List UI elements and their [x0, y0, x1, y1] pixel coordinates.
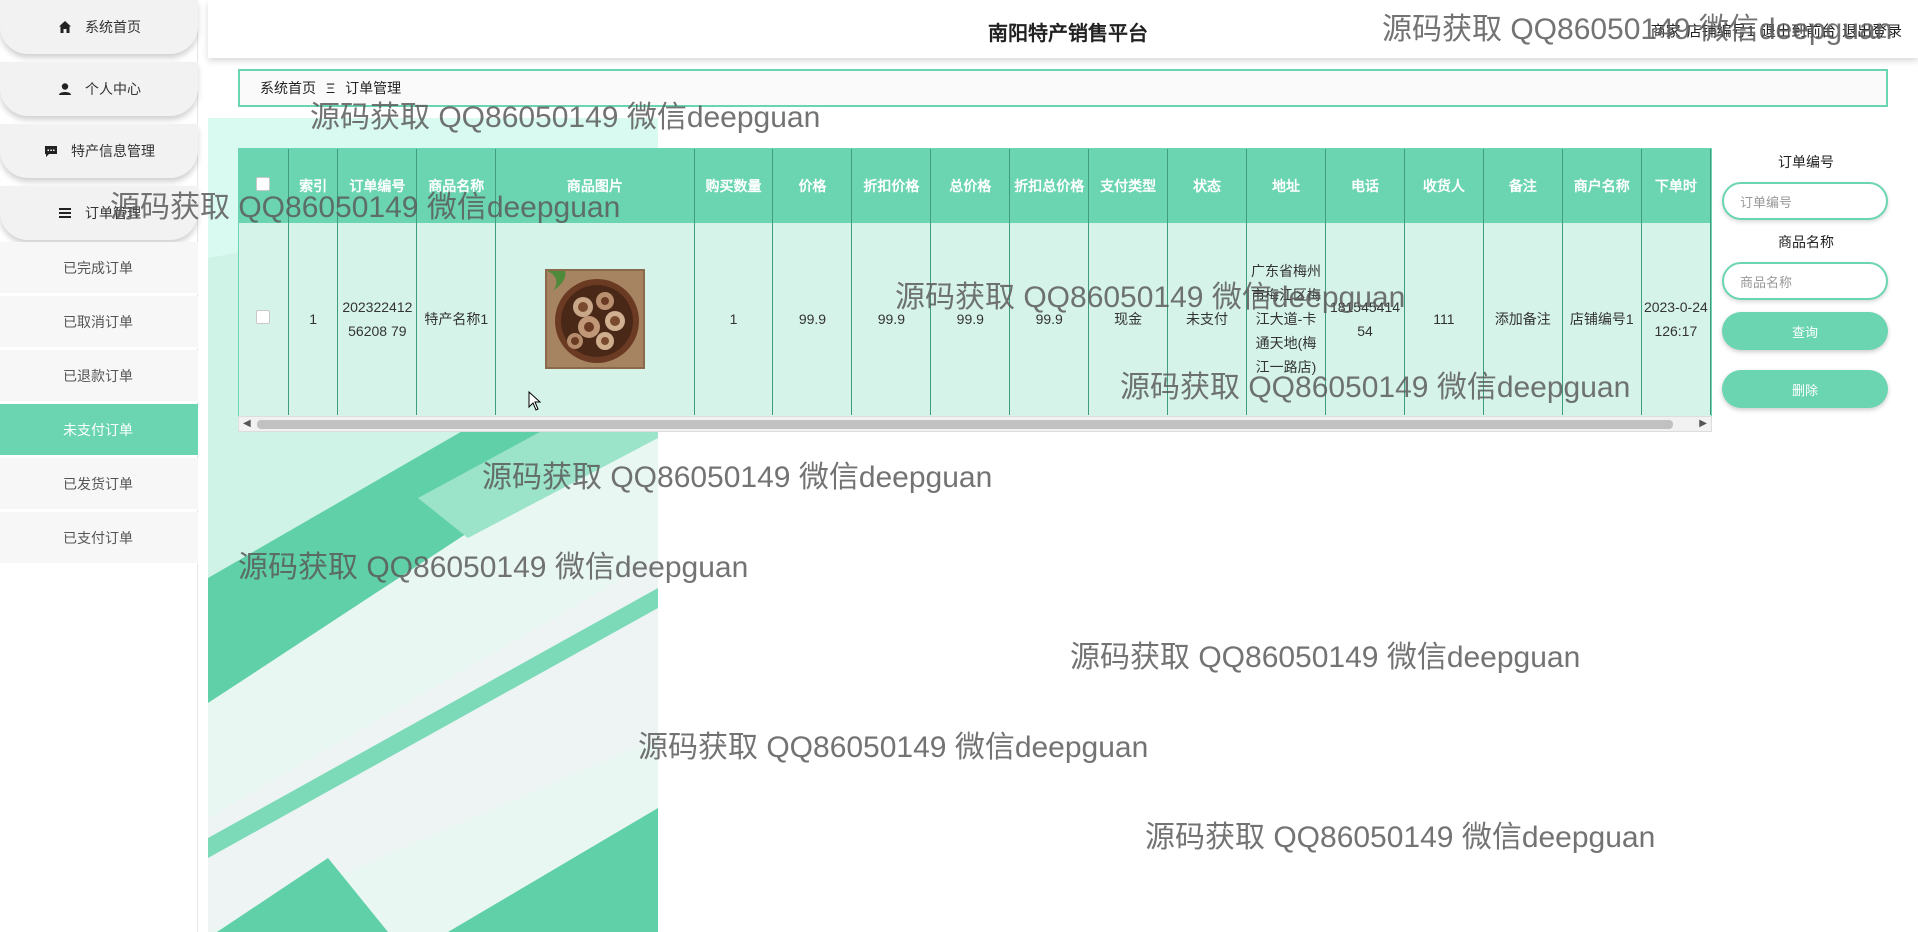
- sidebar: 系统首页 个人中心 特产信息管理 订单管理 已完成订单 已取消订单 已退款订单 …: [0, 0, 198, 932]
- sub-item-unpaid[interactable]: 未支付订单: [0, 404, 198, 456]
- scrollbar-thumb[interactable]: [257, 420, 1673, 429]
- chat-icon: [43, 143, 59, 159]
- order-table-container: 索引 订单编号 商品名称 商品图片 购买数量 价格 折扣价格 总价格 折扣总价格…: [238, 148, 1712, 432]
- column-header: 索引: [288, 149, 339, 223]
- watermark: 源码获取 QQ86050149 微信deepguan: [1145, 821, 1656, 854]
- column-header: 商品名称: [416, 149, 497, 223]
- menu-item-specialty[interactable]: 特产信息管理: [0, 124, 198, 178]
- sub-item-shipped[interactable]: 已发货订单: [0, 458, 198, 510]
- home-icon: [57, 19, 73, 35]
- column-header: 支付类型: [1088, 149, 1169, 223]
- table-header-row: 索引 订单编号 商品名称 商品图片 购买数量 价格 折扣价格 总价格 折扣总价格…: [239, 149, 1711, 223]
- cell-phone: 18154541454: [1325, 223, 1405, 415]
- row-checkbox[interactable]: [256, 310, 271, 324]
- sub-item-paid[interactable]: 已支付订单: [0, 512, 198, 564]
- cell-total-price: 99.9: [930, 223, 1011, 415]
- cell-remark[interactable]: 添加备注: [1483, 223, 1563, 415]
- scroll-right-arrow-icon[interactable]: ▶: [1699, 418, 1707, 429]
- menu-item-orders[interactable]: 订单管理: [0, 186, 198, 240]
- breadcrumb-separator: Ξ: [326, 80, 336, 96]
- column-header: 商品图片: [495, 149, 695, 223]
- cell-status: 未支付: [1167, 223, 1248, 415]
- search-panel: 订单编号 订单编号 商品名称 商品名称 查询 删除: [1722, 152, 1890, 428]
- column-header: 电话: [1325, 149, 1405, 223]
- menu-item-label: 个人中心: [85, 81, 141, 97]
- cell-product-image: [495, 223, 695, 415]
- cell-receiver: 111: [1404, 223, 1484, 415]
- column-header: 地址: [1246, 149, 1327, 223]
- site-title: 南阳特产销售平台: [988, 23, 1148, 45]
- column-header: 价格: [772, 149, 853, 223]
- cell-product-name: 特产名称1: [416, 223, 497, 415]
- product-name-input[interactable]: 商品名称: [1722, 262, 1888, 300]
- sub-item-completed[interactable]: 已完成订单: [0, 242, 198, 294]
- column-header: 下单时: [1641, 149, 1711, 223]
- cell-index: 1: [288, 223, 339, 415]
- sub-item-cancelled[interactable]: 已取消订单: [0, 296, 198, 348]
- exit-to-frontend-link[interactable]: 退出到前台: [1761, 20, 1836, 41]
- scroll-left-arrow-icon[interactable]: ◀: [243, 418, 251, 429]
- cell-order-no: 20232241256208 79: [337, 223, 418, 415]
- menu-item-label: 特产信息管理: [71, 143, 155, 159]
- cell-pay-type: 现金: [1088, 223, 1169, 415]
- delete-button[interactable]: 删除: [1722, 370, 1888, 408]
- order-no-label: 订单编号: [1778, 154, 1834, 170]
- table-row: 1 20232241256208 79 特产名称1 1 99.9 99.9 99…: [239, 223, 1711, 415]
- query-button[interactable]: 查询: [1722, 312, 1888, 350]
- column-header: 商户名称: [1562, 149, 1642, 223]
- mouse-cursor-icon: [528, 391, 542, 411]
- column-header: 订单编号: [337, 149, 418, 223]
- watermark: 源码获取 QQ86050149 微信deepguan: [638, 731, 1149, 764]
- column-header: 收货人: [1404, 149, 1484, 223]
- cell-price: 99.9: [772, 223, 853, 415]
- order-no-input[interactable]: 订单编号: [1722, 182, 1888, 220]
- logout-link[interactable]: 退出登录: [1842, 20, 1902, 41]
- select-all-header[interactable]: [239, 149, 289, 223]
- top-bar: 南阳特产销售平台 商家 店铺编号1 退出到前台 退出登录: [208, 0, 1918, 58]
- cell-discount-price: 99.9: [851, 223, 932, 415]
- cell-discount-total: 99.9: [1009, 223, 1090, 415]
- user-icon: [57, 81, 73, 97]
- cell-order-time: 2023-0-24 126:17: [1641, 223, 1711, 415]
- column-header: 总价格: [930, 149, 1011, 223]
- watermark: 源码获取 QQ86050149 微信deepguan: [1070, 641, 1581, 674]
- product-name-label: 商品名称: [1778, 234, 1834, 250]
- cell-address: 广东省梅州市梅江区梅江大道-卡通天地(梅江一路店): [1246, 223, 1327, 415]
- column-header: 状态: [1167, 149, 1248, 223]
- role-label: 商家: [1650, 23, 1681, 40]
- store-id-label: 店铺编号1: [1686, 23, 1755, 40]
- product-image: [544, 269, 645, 369]
- sub-item-refunded[interactable]: 已退款订单: [0, 350, 198, 402]
- breadcrumb-current: 订单管理: [345, 80, 402, 96]
- breadcrumb: 系统首页 Ξ 订单管理: [238, 69, 1888, 107]
- menu-item-label: 系统首页: [85, 19, 141, 35]
- table-horizontal-scrollbar[interactable]: ◀ ▶: [238, 416, 1712, 432]
- column-header: 购买数量: [694, 149, 774, 223]
- column-header: 折扣价格: [851, 149, 932, 223]
- list-icon: [57, 205, 73, 221]
- row-select-cell[interactable]: [239, 223, 289, 415]
- menu-item-profile[interactable]: 个人中心: [0, 62, 198, 116]
- column-header: 折扣总价格: [1009, 149, 1090, 223]
- menu-item-label: 订单管理: [85, 205, 141, 221]
- cell-merchant: 店铺编号1: [1562, 223, 1642, 415]
- menu-item-home[interactable]: 系统首页: [0, 0, 198, 54]
- order-table: 索引 订单编号 商品名称 商品图片 购买数量 价格 折扣价格 总价格 折扣总价格…: [239, 149, 1711, 415]
- breadcrumb-home[interactable]: 系统首页: [260, 78, 316, 98]
- cell-quantity: 1: [694, 223, 774, 415]
- column-header: 备注: [1483, 149, 1563, 223]
- select-all-checkbox[interactable]: [256, 177, 271, 191]
- top-links: 商家 店铺编号1 退出到前台 退出登录: [1651, 20, 1902, 41]
